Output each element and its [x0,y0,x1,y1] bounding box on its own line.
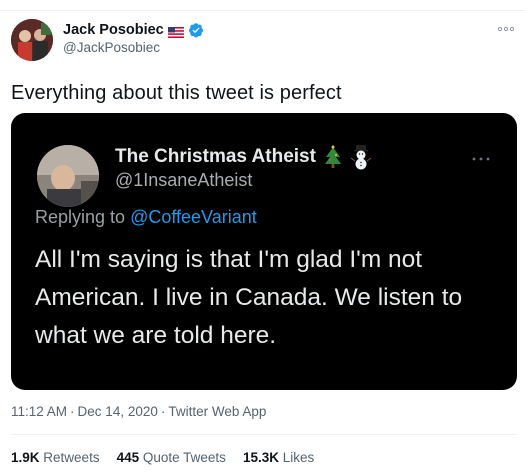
quotes-count: 445 [116,450,140,465]
verified-badge-icon [188,22,204,38]
tweet-text: Everything about this tweet is perfect [11,82,342,104]
more-options-icon[interactable] [497,22,515,34]
quote-tweets-stat[interactable]: 445 Quote Tweets [117,450,226,465]
author-info: Jack Posobiec @JackPosobiec [63,22,204,55]
embedded-avatar [37,145,99,207]
tweet-card: Jack Posobiec @JackPosobiec Everything a… [0,0,525,473]
christmas-tree-icon [322,144,344,170]
meta-separator: · [160,404,166,419]
retweets-stat[interactable]: 1.9K Retweets [11,450,100,465]
snowman-icon [350,144,372,170]
likes-label: Likes [282,450,315,465]
author-name-row: Jack Posobiec [63,22,204,38]
tweet-source[interactable]: Twitter Web App [168,404,266,419]
embedded-name-row: The Christmas Atheist [115,144,372,170]
author-handle[interactable]: @JackPosobiec [63,40,204,55]
author-avatar[interactable] [11,19,53,61]
meta-separator: · [70,404,75,419]
retweets-label: Retweets [43,450,100,465]
quotes-label: Quote Tweets [142,450,226,465]
retweets-count: 1.9K [11,450,40,465]
likes-count: 15.3K [242,450,279,465]
top-divider [0,10,525,11]
embedded-replying-line: Replying to @CoffeeVariant [35,207,257,228]
embedded-name: The Christmas Atheist [115,146,316,167]
tweet-meta: 11:12 AM · Dec 14, 2020 · Twitter Web App [11,404,266,419]
author-name[interactable]: Jack Posobiec [63,22,164,38]
likes-stat[interactable]: 15.3K Likes [243,450,314,465]
embedded-replying-prefix: Replying to [35,207,126,227]
embedded-body-text: All I'm saying is that I'm glad I'm not … [35,246,463,349]
tweet-date[interactable]: Dec 14, 2020 [78,404,158,419]
tweet-media-image[interactable]: The Christmas Atheist @1InsaneAtheist Re… [11,113,517,390]
stats-divider [11,434,517,435]
tweet-stats: 1.9K Retweets 445 Quote Tweets 15.3K Lik… [11,450,314,465]
embedded-replying-mention: @CoffeeVariant [130,207,257,227]
embedded-more-icon [471,149,491,161]
tweet-time[interactable]: 11:12 AM [11,404,67,419]
embedded-handle: @1InsaneAtheist [115,170,253,190]
flag-us-icon [167,25,184,38]
